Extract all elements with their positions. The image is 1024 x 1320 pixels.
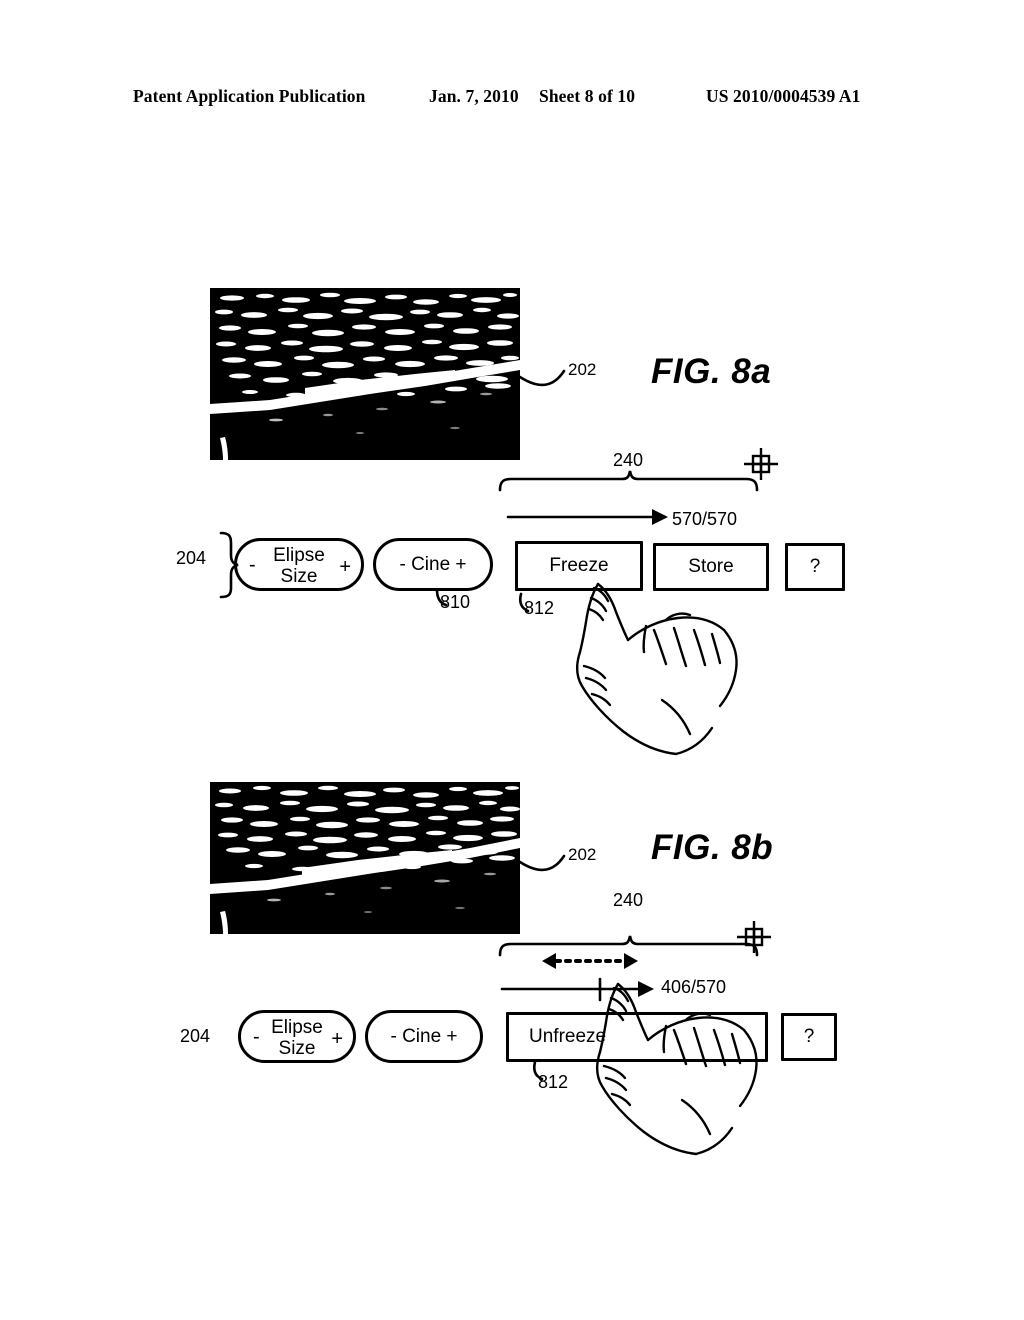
grid-crosshair-icon-8b[interactable] (733, 920, 775, 959)
header-publication: Patent Application Publication (133, 86, 366, 106)
ref-810-8a: 810 (440, 592, 471, 612)
hand-pointing-icon-8a (558, 578, 778, 758)
button-cine-8a[interactable]: - Cine + (373, 538, 493, 591)
leader-202-8b (518, 854, 566, 872)
figure-caption-8a: FIG. 8a (651, 352, 772, 391)
header-patent-number: US 2010/0004539 A1 (706, 86, 861, 106)
ultrasound-image-8b (210, 782, 520, 934)
elipse-label-line2-8b: Size (278, 1038, 316, 1059)
button-cine-label-8a: - Cine + (399, 553, 467, 575)
button-help-label-8a: ? (809, 556, 821, 577)
brace-240-8b (498, 935, 759, 957)
header-date: Jan. 7, 2010 (429, 86, 519, 106)
ref-812-8a: 812 (524, 598, 555, 618)
button-elipse-size-8a[interactable]: - Elipse + Size (234, 538, 364, 591)
button-elipse-size-8b[interactable]: - Elipse + Size (238, 1010, 356, 1063)
ref-812-8b: 812 (538, 1072, 569, 1092)
ref-202-8a: 202 (568, 360, 597, 379)
ref-240-8b: 240 (613, 890, 644, 910)
button-freeze-label-8a: Freeze (549, 555, 609, 576)
button-help-label-8b: ? (803, 1026, 815, 1047)
button-cine-label-8b: - Cine + (390, 1025, 458, 1047)
dotted-arrow-head-right-8b (624, 953, 638, 969)
button-help-8a[interactable]: ? (785, 543, 845, 591)
ref-202-8b: 202 (568, 845, 597, 864)
ref-204-8a: 204 (176, 548, 207, 568)
ultrasound-image-8a (210, 288, 520, 460)
grid-crosshair-icon-8a[interactable] (740, 447, 782, 486)
depth-label-8a: 570/570 (672, 509, 738, 529)
dotted-arrow-head-left-8b (542, 953, 556, 969)
hand-pointing-icon-8b (578, 978, 798, 1158)
button-cine-8b[interactable]: - Cine + (365, 1010, 483, 1063)
patent-header: Patent Application Publication Jan. 7, 2… (133, 86, 893, 108)
ref-240-8a: 240 (613, 450, 644, 470)
brace-240-8a (498, 470, 759, 492)
button-store-label-8a: Store (688, 556, 734, 577)
elipse-label-line2-8a: Size (280, 566, 318, 587)
header-sheet: Sheet 8 of 10 (539, 86, 636, 106)
ref-204-8b: 204 (180, 1026, 211, 1046)
leader-202-8a (518, 369, 566, 387)
arrow-head-8a (652, 509, 668, 525)
annotation-layer (219, 369, 759, 1081)
figure-caption-8b: FIG. 8b (651, 828, 774, 867)
